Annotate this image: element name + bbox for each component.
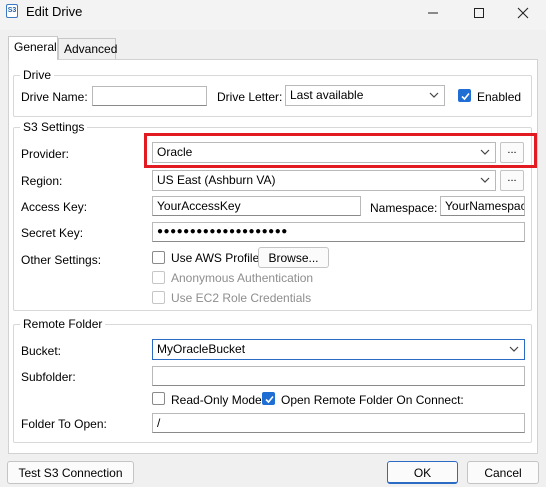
anonymous-auth-checkbox[interactable] [152,271,165,284]
maximize-icon [474,8,484,18]
provider-value: Oracle [157,145,193,159]
window-title: Edit Drive [26,4,83,19]
provider-select[interactable]: Oracle [152,142,496,163]
read-only-label: Read-Only Mode [171,393,262,407]
drive-legend: Drive [20,68,55,82]
drive-name-input[interactable] [92,86,207,106]
other-settings-label: Other Settings: [21,253,102,267]
open-on-connect-checkbox[interactable] [262,392,275,405]
app-icon: S3 [6,4,18,18]
title-bar: S3 Edit Drive [0,0,546,30]
region-label: Region: [21,174,63,188]
close-icon [517,7,529,19]
access-key-label: Access Key: [21,200,88,214]
drive-name-label: Drive Name: [21,90,88,104]
bucket-select[interactable]: MyOracleBucket [152,339,525,360]
bucket-value: MyOracleBucket [157,342,246,356]
s3-settings-legend: S3 Settings [20,120,88,134]
close-button[interactable] [500,0,546,26]
secret-key-label: Secret Key: [21,226,84,240]
namespace-label: Namespace: [370,201,438,215]
checkmark-icon [265,395,274,404]
open-on-connect-label: Open Remote Folder On Connect: [281,393,464,407]
browse-button[interactable]: Browse... [258,247,329,268]
read-only-checkbox[interactable] [152,392,165,405]
anonymous-auth-label: Anonymous Authentication [171,271,314,285]
cancel-button[interactable]: Cancel [467,461,539,484]
ec2-role-label: Use EC2 Role Credentials [171,291,312,305]
test-connection-button[interactable]: Test S3 Connection [7,461,134,484]
maximize-button[interactable] [456,0,502,26]
use-aws-profile-checkbox[interactable] [152,251,165,264]
subfolder-label: Subfolder: [21,370,76,384]
secret-key-input[interactable]: ●●●●●●●●●●●●●●●●●●●● [152,222,525,242]
enabled-checkbox[interactable] [458,89,471,102]
chevron-down-icon [480,149,490,155]
drive-letter-select[interactable]: Last available [285,85,445,106]
ok-button[interactable]: OK [387,461,458,484]
region-value: US East (Ashburn VA) [157,173,276,187]
remote-folder-legend: Remote Folder [20,317,106,331]
chevron-down-icon [480,177,490,183]
region-more-button[interactable]: ... [500,170,524,191]
drive-letter-label: Drive Letter: [217,90,283,104]
minimize-button[interactable] [410,0,456,26]
tab-general[interactable]: General [8,36,58,60]
subfolder-input[interactable] [152,366,525,386]
tab-advanced[interactable]: Advanced [58,38,117,59]
minimize-icon [428,12,438,14]
enabled-label: Enabled [477,90,522,104]
chevron-down-icon [509,346,519,352]
provider-label: Provider: [21,147,70,161]
folder-to-open-input[interactable]: / [152,413,525,433]
drive-letter-value: Last available [290,88,364,102]
ec2-role-checkbox[interactable] [152,291,165,304]
chevron-down-icon [429,92,439,98]
namespace-input[interactable]: YourNamespace [440,196,525,216]
folder-to-open-label: Folder To Open: [21,417,107,431]
provider-more-button[interactable]: ... [500,142,524,163]
bucket-label: Bucket: [21,344,62,358]
access-key-input[interactable]: YourAccessKey [152,196,361,216]
region-select[interactable]: US East (Ashburn VA) [152,170,496,191]
checkmark-icon [461,92,470,101]
use-aws-profile-label: Use AWS Profile [171,251,260,265]
